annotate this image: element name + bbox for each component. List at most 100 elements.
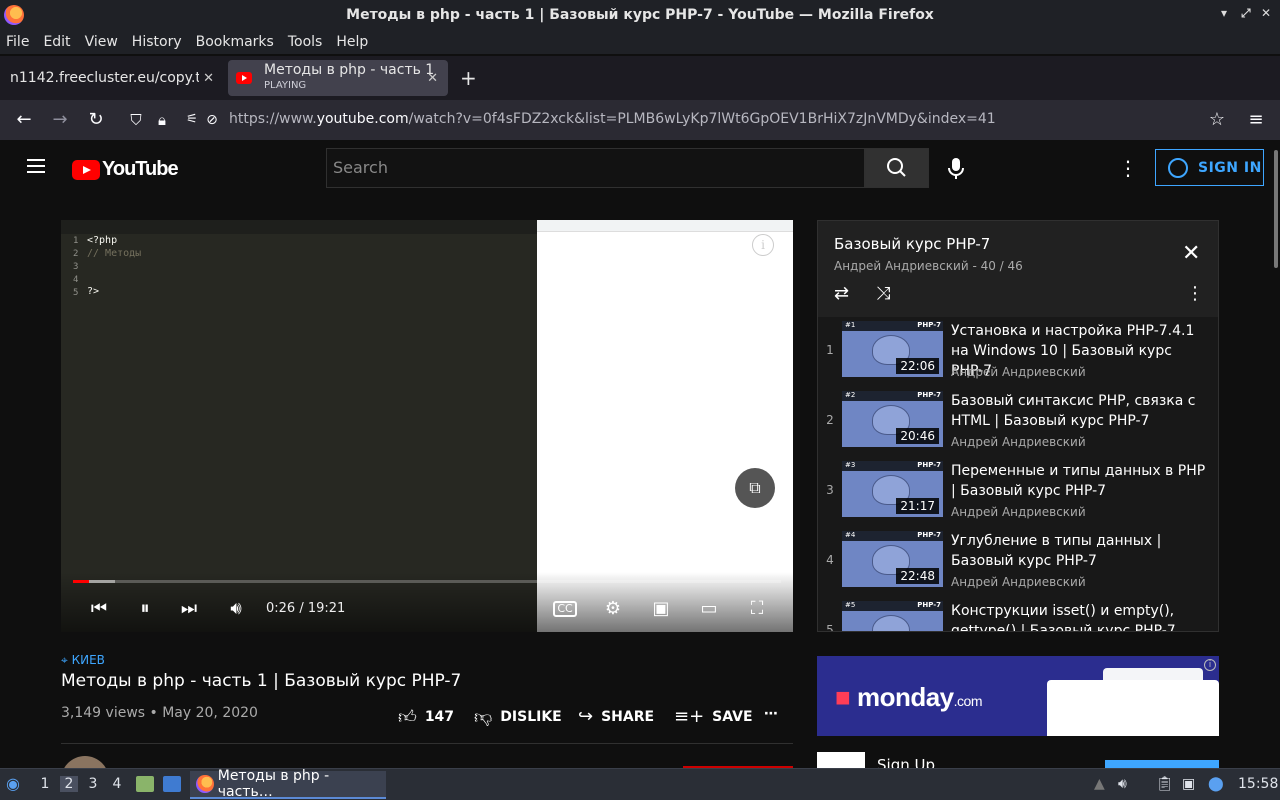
taskbar-firefox-task[interactable]: Методы в php - часть… — [190, 768, 386, 800]
close-tab-icon[interactable]: ✕ — [427, 71, 438, 86]
settings-gear-icon[interactable]: ⚙ — [601, 598, 625, 620]
close-playlist-icon[interactable]: ✕ — [1182, 241, 1200, 266]
close-tab-icon[interactable]: ✕ — [199, 70, 214, 86]
like-button[interactable]: 👍︎ 147 — [398, 706, 454, 728]
clipboard-icon[interactable]: 📋︎ — [1156, 776, 1174, 792]
workspace-3[interactable]: 3 — [84, 776, 102, 792]
tray-up-icon[interactable]: ▲ — [1094, 776, 1105, 792]
lock-icon[interactable]: 🔒︎ — [150, 108, 174, 132]
shield-icon[interactable]: ⛉ — [124, 108, 148, 132]
ad-thumbnail[interactable] — [817, 752, 865, 768]
bookmark-star-icon[interactable]: ☆ — [1205, 108, 1229, 132]
save-button[interactable]: ≡+ SAVE — [674, 706, 753, 727]
menu-tools[interactable]: Tools — [288, 34, 323, 50]
file-manager-icon[interactable] — [136, 776, 154, 792]
video-thumbnail[interactable]: #5 PHP-7 — [842, 601, 943, 631]
editor-line-number: 5 — [73, 288, 79, 298]
next-icon[interactable]: ⏭︎ — [179, 598, 199, 620]
maximize-icon[interactable]: ⤢ — [1241, 6, 1251, 21]
back-icon[interactable]: ← — [12, 108, 36, 132]
reload-icon[interactable]: ↻ — [84, 108, 108, 132]
playlist-item[interactable]: 1 #1 PHP-7 22:06 Установка и настройка PHP-7… — [818, 317, 1218, 387]
guide-menu-icon[interactable] — [27, 159, 45, 173]
forward-icon[interactable]: → — [48, 108, 72, 132]
shuffle-icon[interactable]: ⤨ — [876, 283, 890, 304]
ad-banner[interactable]: ■ monday.com i — [817, 656, 1219, 736]
youtube-page: YouTube Search ⋮ SIGN IN 1 <?php 2 // Ме… — [0, 140, 1280, 768]
desktop-icon[interactable] — [163, 776, 181, 792]
editor-code-line: <?php — [87, 235, 118, 246]
channel-avatar[interactable] — [61, 756, 109, 768]
firefox-icon — [4, 5, 24, 25]
captions-icon[interactable]: CC — [553, 601, 577, 617]
close-window-icon[interactable]: ✕ — [1261, 6, 1271, 20]
playlist-item-channel: Андрей Андриевский — [951, 575, 1086, 589]
video-player[interactable]: 1 <?php 2 // Методы 3 4 5 ?> i ⧉ ⏮︎ ⏸︎ ⏭… — [61, 220, 793, 632]
autoplay-blocked-icon[interactable]: ⊘ — [200, 108, 224, 132]
ad-screenshot — [1047, 680, 1219, 736]
workspace-1[interactable]: 1 — [36, 776, 54, 792]
account-icon — [1168, 157, 1188, 178]
volume-tray-icon[interactable]: 🔊︎ — [1118, 776, 1127, 792]
start-menu-icon[interactable]: ◉ — [6, 774, 20, 793]
playlist-item-title[interactable]: Углубление в типы данных | Базовый курс … — [951, 531, 1206, 571]
url-input[interactable]: https://www.youtube.com/watch?v=0f4sFDZ2… — [229, 111, 996, 127]
playlist-item[interactable]: 4 #4 PHP-7 22:48 Углубление в типы данных | … — [818, 527, 1218, 597]
pause-icon[interactable]: ⏸︎ — [135, 598, 155, 620]
menu-bookmarks[interactable]: Bookmarks — [196, 34, 274, 50]
minimize-icon[interactable]: ▾ — [1221, 6, 1227, 20]
menu-edit[interactable]: Edit — [43, 34, 70, 50]
video-thumbnail[interactable]: #2 PHP-7 20:46 — [842, 391, 943, 447]
menu-file[interactable]: File — [6, 34, 29, 50]
ad-info-icon[interactable]: i — [1204, 659, 1216, 671]
menu-view[interactable]: View — [85, 34, 118, 50]
volume-icon[interactable]: 🔊︎ — [225, 598, 247, 620]
video-thumbnail[interactable]: #1 PHP-7 22:06 — [842, 321, 943, 377]
dislike-button[interactable]: 👎︎ DISLIKE — [474, 706, 562, 728]
workspace-2[interactable]: 2 — [60, 776, 78, 792]
menu-help[interactable]: Help — [336, 34, 368, 50]
voice-search-icon[interactable] — [939, 151, 973, 185]
playlist-item-title[interactable]: Конструкции isset() и empty(), gettype()… — [951, 601, 1206, 631]
network-icon[interactable]: ▣ — [1182, 776, 1195, 792]
menu-history[interactable]: History — [132, 34, 182, 50]
playlist-menu-icon[interactable]: ⋮ — [1186, 283, 1204, 304]
ad-cta-button[interactable] — [1105, 760, 1219, 768]
ad-signup-text[interactable]: Sign Up — [877, 756, 935, 768]
tab-freecluster[interactable]: n1142.freecluster.eu/copy.tx ✕ — [0, 60, 222, 96]
workspace-4[interactable]: 4 — [108, 776, 126, 792]
search-input[interactable]: Search — [326, 148, 865, 188]
share-button[interactable]: ↪ SHARE — [578, 706, 654, 727]
location-link[interactable]: ⌖ КИЕВ — [61, 653, 105, 668]
time-display: 0:26 / 19:21 — [266, 601, 346, 616]
settings-kebab-icon[interactable]: ⋮ — [1118, 156, 1138, 180]
thumbs-up-icon: 👍︎ — [398, 707, 417, 728]
miniplayer-button-icon[interactable]: ▣ — [649, 598, 673, 620]
video-thumbnail[interactable]: #3 PHP-7 21:17 — [842, 461, 943, 517]
notification-icon[interactable]: ⬤ — [1208, 776, 1224, 792]
sign-in-button[interactable]: SIGN IN — [1155, 149, 1264, 186]
video-title: Методы в php - часть 1 | Базовый курс PH… — [61, 671, 462, 691]
playlist-index: 1 — [826, 343, 834, 357]
hamburger-menu-icon[interactable]: ≡ — [1244, 108, 1268, 132]
tab-youtube[interactable]: Методы в php - часть 1 PLAYING ✕ — [228, 60, 448, 96]
info-icon[interactable]: i — [752, 234, 774, 256]
search-button[interactable] — [865, 148, 929, 188]
playlist-item-title[interactable]: Переменные и типы данных в PHP | Базовый… — [951, 461, 1206, 501]
miniplayer-icon[interactable]: ⧉ — [735, 468, 775, 508]
playlist-item[interactable]: 3 #3 PHP-7 21:17 Переменные и типы данных в … — [818, 457, 1218, 527]
loop-icon[interactable]: ⇄ — [834, 283, 849, 304]
progress-bar[interactable] — [73, 580, 781, 583]
playlist-title[interactable]: Базовый курс PHP-7 — [834, 235, 990, 253]
theater-mode-icon[interactable]: ▭ — [697, 598, 721, 620]
playlist-item[interactable]: 5 #5 PHP-7 Конструкции isset() и empty(), g… — [818, 597, 1218, 631]
video-thumbnail[interactable]: #4 PHP-7 22:48 — [842, 531, 943, 587]
playlist-item[interactable]: 2 #2 PHP-7 20:46 Базовый синтаксис PHP, связ… — [818, 387, 1218, 457]
more-actions-icon[interactable]: ⋯ — [764, 706, 778, 722]
new-tab-button[interactable]: + — [460, 66, 477, 90]
fullscreen-icon[interactable]: ⛶ — [745, 598, 769, 620]
youtube-logo[interactable]: YouTube — [72, 158, 179, 181]
playlist-item-title[interactable]: Базовый синтаксис PHP, связка с HTML | Б… — [951, 391, 1206, 431]
scrollbar-thumb[interactable] — [1274, 150, 1278, 268]
previous-icon[interactable]: ⏮︎ — [89, 598, 109, 620]
